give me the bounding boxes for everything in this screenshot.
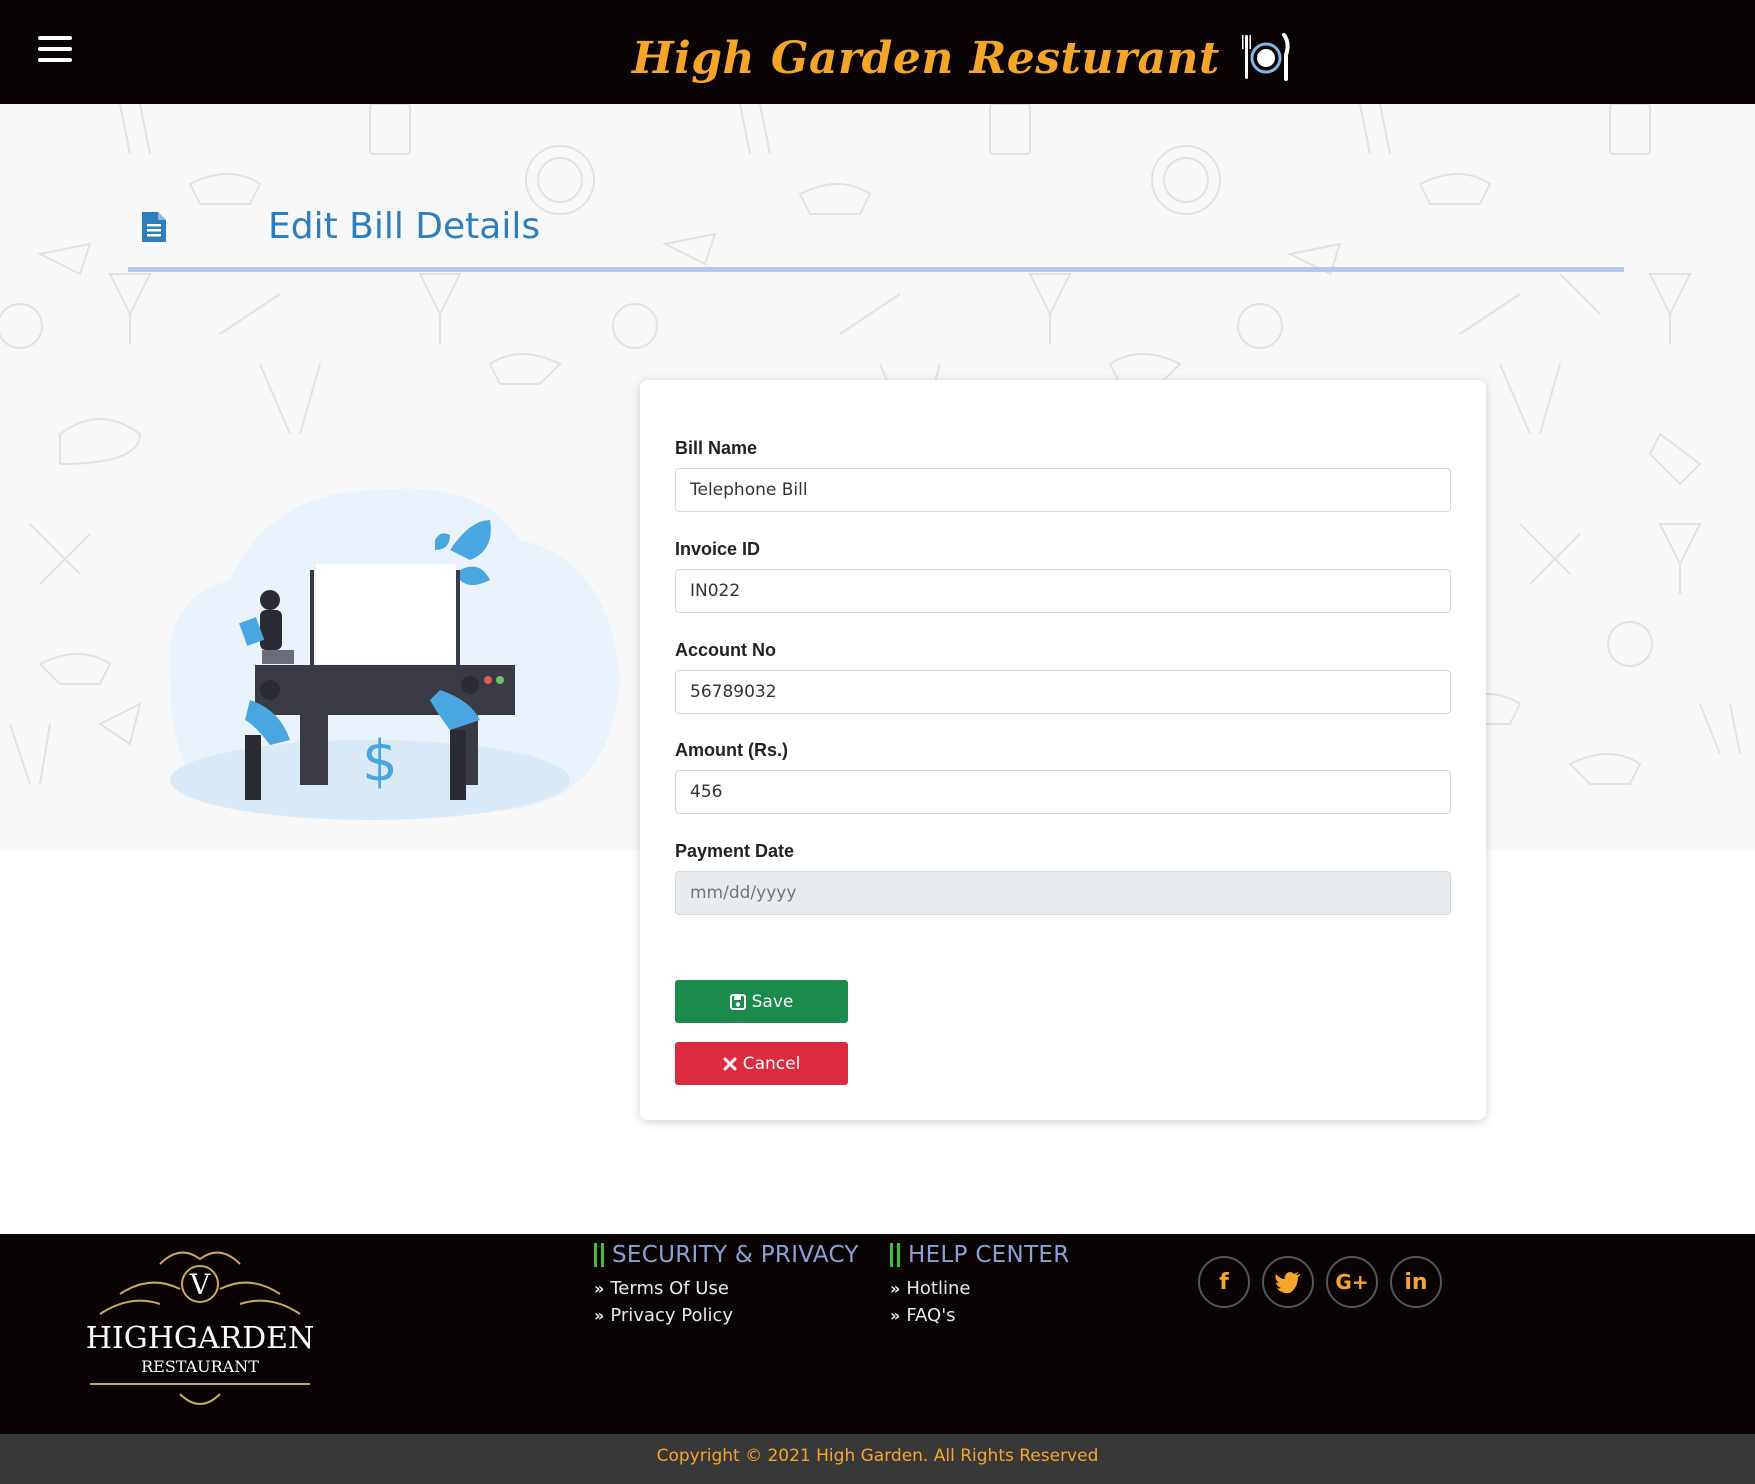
cancel-button[interactable]: Cancel bbox=[675, 1042, 848, 1085]
brand-title: High Garden Resturant bbox=[632, 32, 1220, 84]
invoice-id-input[interactable] bbox=[675, 569, 1451, 613]
double-chevron-right-icon: » bbox=[890, 1306, 901, 1325]
logo-letter: V bbox=[189, 1268, 211, 1301]
double-chevron-right-icon: » bbox=[594, 1306, 605, 1325]
payment-date-label: Payment Date bbox=[675, 841, 795, 861]
section-bar-icon bbox=[890, 1243, 900, 1267]
social-links: f G+ in bbox=[1198, 1256, 1454, 1308]
brand[interactable]: High Garden Resturant bbox=[632, 28, 1290, 88]
facebook-icon[interactable]: f bbox=[1198, 1256, 1250, 1308]
edit-bill-form-card: Bill Name Invoice ID Account No Amount (… bbox=[640, 380, 1486, 1120]
svg-text:$: $ bbox=[362, 729, 398, 794]
section-bar-icon bbox=[594, 1243, 604, 1267]
page-title-row: Edit Bill Details bbox=[128, 200, 1624, 272]
faqs-link[interactable]: » FAQ's bbox=[890, 1305, 1069, 1326]
copyright-bar: Copyright © 2021 High Garden. All Rights… bbox=[0, 1434, 1755, 1484]
billing-illustration: $ bbox=[168, 488, 620, 820]
double-chevron-right-icon: » bbox=[594, 1279, 605, 1298]
top-navbar: High Garden Resturant bbox=[0, 0, 1755, 104]
save-button[interactable]: Save bbox=[675, 980, 848, 1023]
double-chevron-right-icon: » bbox=[890, 1279, 901, 1298]
hotline-link[interactable]: » Hotline bbox=[890, 1278, 1069, 1299]
save-icon bbox=[729, 993, 746, 1010]
account-no-input[interactable] bbox=[675, 670, 1451, 714]
plate-cutlery-icon bbox=[1241, 33, 1290, 81]
logo-name: HIGHGARDEN bbox=[86, 1321, 315, 1356]
google-plus-icon[interactable]: G+ bbox=[1326, 1256, 1378, 1308]
amount-input[interactable] bbox=[675, 770, 1451, 814]
highgarden-logo: V HIGHGARDEN RESTAURANT bbox=[86, 1251, 315, 1405]
save-label: Save bbox=[751, 991, 794, 1012]
help-center-heading: HELP CENTER bbox=[908, 1242, 1070, 1268]
invoice-id-label: Invoice ID bbox=[675, 539, 761, 559]
privacy-policy-link[interactable]: » Privacy Policy bbox=[594, 1305, 859, 1326]
security-privacy-heading: SECURITY & PRIVACY bbox=[612, 1242, 859, 1268]
logo-sub: RESTAURANT bbox=[141, 1357, 259, 1376]
twitter-icon[interactable] bbox=[1262, 1256, 1314, 1308]
linkedin-icon[interactable]: in bbox=[1390, 1256, 1442, 1308]
hamburger-menu-icon[interactable] bbox=[38, 36, 72, 66]
terms-of-use-link[interactable]: » Terms Of Use bbox=[594, 1278, 859, 1299]
document-icon bbox=[142, 212, 166, 242]
help-center-section: HELP CENTER » Hotline » FAQ's bbox=[890, 1242, 1069, 1326]
bill-name-label: Bill Name bbox=[675, 438, 758, 458]
payment-date-input[interactable] bbox=[675, 871, 1451, 915]
close-icon bbox=[723, 1057, 737, 1071]
footer: V HIGHGARDEN RESTAURANT SECURITY & PRIVA… bbox=[0, 1234, 1755, 1434]
bill-name-input[interactable] bbox=[675, 468, 1451, 512]
copyright-text: Copyright © 2021 High Garden. All Rights… bbox=[656, 1446, 1099, 1466]
account-no-label: Account No bbox=[675, 640, 776, 660]
page-title: Edit Bill Details bbox=[268, 206, 541, 247]
security-privacy-section: SECURITY & PRIVACY » Terms Of Use » Priv… bbox=[594, 1242, 859, 1326]
cancel-label: Cancel bbox=[742, 1053, 801, 1074]
amount-label: Amount (Rs.) bbox=[675, 740, 788, 760]
